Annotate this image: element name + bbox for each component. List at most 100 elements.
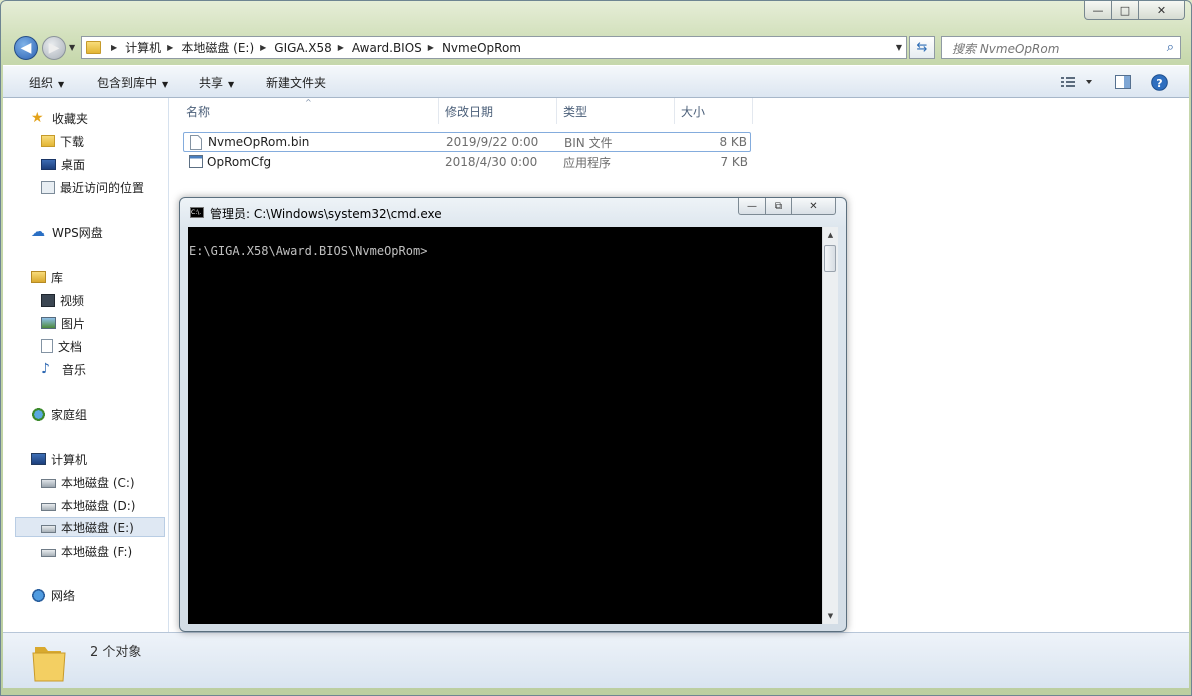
file-date: 2019/9/22 0:00	[446, 135, 539, 149]
dropdown-arrow-icon: ▼	[228, 80, 235, 89]
minimize-button[interactable]: —	[1084, 1, 1112, 20]
music-icon: ♪	[41, 361, 50, 377]
video-icon	[41, 293, 55, 307]
breadcrumb-nvmeoprom[interactable]: NvmeOpRom	[442, 41, 521, 55]
file-type: 应用程序	[563, 155, 612, 170]
preview-pane-icon	[1115, 75, 1131, 89]
breadcrumb-giga[interactable]: GIGA.X58 ▶	[274, 41, 352, 55]
folder-icon	[32, 647, 66, 682]
chevron-right-icon: ▶	[337, 43, 344, 52]
nav-label: 库	[51, 270, 64, 285]
nav-label: 下载	[60, 134, 85, 149]
organize-menu[interactable]: 组织 ▼	[29, 74, 64, 91]
recent-places-icon	[41, 180, 55, 194]
address-bar[interactable]: ▶ 计算机 ▶ 本地磁盘 (E:) ▶ GIGA.X58 ▶ Award.BIOS ▶ …	[81, 36, 907, 59]
search-input[interactable]	[950, 38, 1154, 59]
view-details-icon	[1061, 77, 1092, 87]
nav-label: 音乐	[62, 362, 87, 377]
sort-ascending-icon: ^	[305, 98, 312, 107]
scroll-up-icon[interactable]: ▲	[823, 227, 838, 243]
file-date: 2018/4/30 0:00	[445, 155, 538, 169]
help-button[interactable]: ?	[1151, 74, 1168, 94]
nav-downloads[interactable]: 下载	[41, 131, 84, 151]
nav-label: 文档	[58, 339, 83, 354]
nav-drive-c[interactable]: 本地磁盘 (C:)	[41, 472, 135, 492]
chevron-right-icon: ▶	[427, 43, 434, 52]
search-icon[interactable]: ⌕	[1167, 40, 1174, 55]
cmd-minimize-button[interactable]: —	[738, 198, 766, 215]
view-options-button[interactable]	[1061, 76, 1093, 91]
nav-desktop[interactable]: 桌面	[41, 154, 85, 174]
command-prompt: E:\GIGA.X58\Award.BIOS\NvmeOpRom>	[189, 244, 428, 258]
file-row[interactable]: OpRomCfg 2018/4/30 0:00 应用程序 7 KB	[183, 152, 751, 172]
nav-recent-places[interactable]: 最近访问的位置	[41, 177, 144, 197]
breadcrumb-start[interactable]: ▶	[105, 43, 125, 52]
file-name: NvmeOpRom.bin	[208, 135, 310, 149]
share-label: 共享	[199, 76, 224, 90]
nav-homegroup[interactable]: 家庭组	[31, 404, 87, 424]
dropdown-arrow-icon: ▼	[58, 80, 65, 89]
nav-documents[interactable]: 文档	[41, 336, 82, 356]
column-header-size[interactable]: 大小	[675, 98, 753, 124]
breadcrumb-computer[interactable]: 计算机 ▶	[125, 39, 181, 56]
cmd-close-button[interactable]: ✕	[792, 198, 836, 215]
nav-label: 本地磁盘 (F:)	[61, 544, 133, 559]
search-box[interactable]: ⌕	[941, 36, 1181, 59]
column-label: 修改日期	[445, 104, 494, 119]
address-dropdown-icon[interactable]: ▼	[896, 43, 902, 52]
help-icon: ?	[1151, 74, 1168, 91]
chevron-right-icon: ▶	[167, 43, 174, 52]
file-icon	[190, 135, 202, 150]
share-menu[interactable]: 共享 ▼	[199, 74, 234, 91]
nav-libraries[interactable]: 库	[31, 267, 63, 287]
homegroup-icon	[31, 406, 46, 422]
column-header-type[interactable]: 类型	[557, 98, 675, 124]
include-in-library-label: 包含到库中	[97, 76, 158, 90]
cloud-icon: ☁	[31, 224, 45, 240]
forward-button[interactable]: ▶	[42, 36, 66, 60]
column-header-name[interactable]: 名称	[169, 98, 439, 124]
console-scrollbar[interactable]: ▲ ▼	[822, 227, 838, 624]
preview-pane-button[interactable]	[1115, 75, 1131, 92]
cmd-caption-buttons: — ⧉ ✕	[738, 198, 836, 215]
nav-pictures[interactable]: 图片	[41, 313, 85, 333]
nav-drive-d[interactable]: 本地磁盘 (D:)	[41, 495, 135, 515]
cmd-icon: C:\.	[190, 207, 204, 218]
nav-music[interactable]: ♪ 音乐	[41, 359, 86, 379]
picture-icon	[41, 317, 56, 329]
nav-label: WPS网盘	[52, 225, 103, 240]
scroll-down-icon[interactable]: ▼	[823, 608, 838, 624]
cmd-window: C:\. 管理员: C:\Windows\system32\cmd.exe — …	[179, 197, 847, 632]
console-output[interactable]: E:\GIGA.X58\Award.BIOS\NvmeOpRom>	[188, 227, 822, 624]
nav-drive-f[interactable]: 本地磁盘 (F:)	[41, 541, 132, 561]
maximize-button[interactable]: □	[1112, 1, 1139, 20]
item-count: 2 个对象	[90, 645, 142, 660]
cmd-restore-button[interactable]: ⧉	[766, 198, 792, 215]
nav-videos[interactable]: 视频	[41, 290, 84, 310]
refresh-button[interactable]: ⇆	[909, 36, 935, 59]
nav-wps-drive[interactable]: ☁ WPS网盘	[31, 222, 103, 242]
nav-label: 本地磁盘 (D:)	[61, 498, 136, 513]
hard-drive-icon	[41, 525, 56, 533]
scroll-thumb[interactable]	[824, 245, 836, 272]
nav-favorites[interactable]: ★ 收藏夹	[31, 108, 88, 128]
nav-label: 视频	[60, 293, 85, 308]
nav-drive-e[interactable]: 本地磁盘 (E:)	[15, 517, 165, 537]
breadcrumb-label: GIGA.X58	[274, 40, 332, 55]
nav-computer[interactable]: 计算机	[31, 449, 87, 469]
arrow-left-icon: ◀	[20, 40, 32, 56]
breadcrumb-drive-e[interactable]: 本地磁盘 (E:) ▶	[181, 39, 274, 56]
nav-network[interactable]: 网络	[31, 585, 75, 605]
network-icon	[31, 587, 46, 603]
include-in-library-menu[interactable]: 包含到库中 ▼	[97, 74, 168, 91]
new-folder-button[interactable]: 新建文件夹	[266, 74, 326, 91]
restore-icon: ⧉	[774, 200, 783, 212]
file-row[interactable]: NvmeOpRom.bin 2019/9/22 0:00 BIN 文件 8 KB	[183, 132, 751, 152]
breadcrumb-award-bios[interactable]: Award.BIOS ▶	[352, 41, 442, 55]
close-button[interactable]: ✕	[1139, 1, 1185, 20]
recent-pages-dropdown[interactable]: ▼	[69, 43, 75, 52]
nav-label: 计算机	[51, 452, 88, 467]
back-button[interactable]: ◀	[14, 36, 38, 60]
column-header-date[interactable]: 修改日期	[439, 98, 557, 124]
document-icon	[41, 339, 53, 353]
